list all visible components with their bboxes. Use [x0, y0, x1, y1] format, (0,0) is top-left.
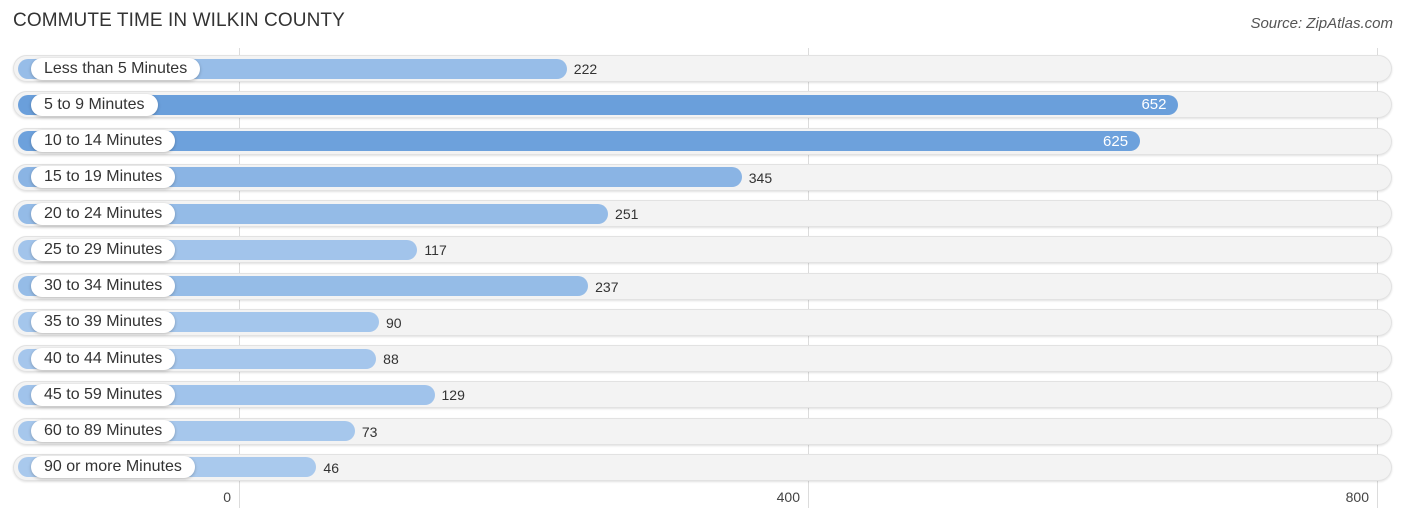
category-label: 20 to 24 Minutes: [31, 202, 176, 225]
value-label: 73: [361, 423, 378, 440]
value-label: 129: [441, 387, 465, 404]
value-label: 222: [573, 61, 598, 77]
value-label: 625: [1103, 132, 1129, 150]
value-label: 345: [748, 169, 773, 186]
bar[interactable]: [18, 94, 1179, 115]
x-tick-label: 800: [1345, 489, 1369, 505]
category-label: 45 to 59 Minutes: [31, 383, 176, 406]
value-label: 652: [1141, 96, 1167, 114]
value-label: 46: [323, 459, 339, 476]
value-label: 117: [424, 242, 447, 259]
bar[interactable]: [18, 131, 1141, 151]
category-label: 10 to 14 Minutes: [31, 130, 176, 152]
x-tick-label: 0: [223, 489, 231, 505]
category-label: 5 to 9 Minutes: [31, 93, 158, 116]
category-label: 25 to 29 Minutes: [31, 238, 176, 261]
category-label: 40 to 44 Minutes: [31, 347, 176, 370]
value-label: 237: [595, 278, 619, 295]
category-label: 60 to 89 Minutes: [31, 420, 176, 442]
bar-chart: 0 400 800 Less than 5 Minutes 222 5 to 9 Minu…: [0, 0, 1406, 523]
value-label: 88: [383, 351, 399, 367]
x-tick-label: 400: [776, 489, 800, 505]
category-label: 35 to 39 Minutes: [31, 311, 176, 334]
value-label: 90: [386, 314, 402, 331]
category-label: Less than 5 Minutes: [31, 57, 201, 80]
value-label: 251: [615, 206, 639, 222]
category-label: 90 or more Minutes: [31, 456, 195, 479]
category-label: 15 to 19 Minutes: [31, 166, 176, 189]
category-label: 30 to 34 Minutes: [31, 275, 176, 297]
